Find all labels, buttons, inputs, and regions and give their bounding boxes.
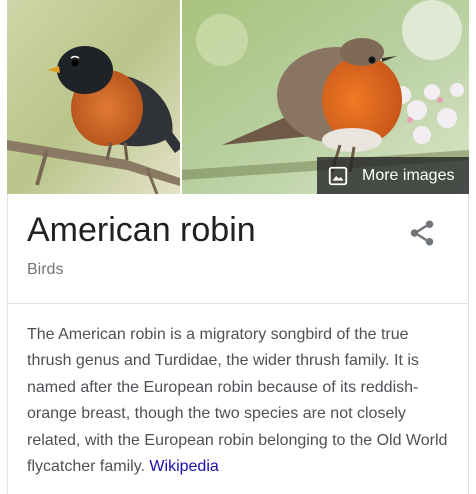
entity-header: American robin Birds [7, 194, 469, 304]
image-american-robin[interactable] [7, 0, 180, 194]
entity-title: American robin [27, 211, 256, 249]
entity-subtitle: Birds [27, 261, 64, 278]
more-images-button[interactable]: More images [317, 157, 469, 194]
wikipedia-link[interactable]: Wikipedia [149, 458, 218, 475]
description-text: The American robin is a migratory songbi… [27, 326, 448, 476]
image-strip: More images [7, 0, 469, 194]
share-icon[interactable] [407, 218, 437, 248]
image-gallery-icon [328, 166, 348, 185]
more-images-label: More images [362, 166, 455, 184]
image-european-robin[interactable]: More images [182, 0, 469, 194]
entity-description: The American robin is a migratory songbi… [27, 322, 453, 480]
